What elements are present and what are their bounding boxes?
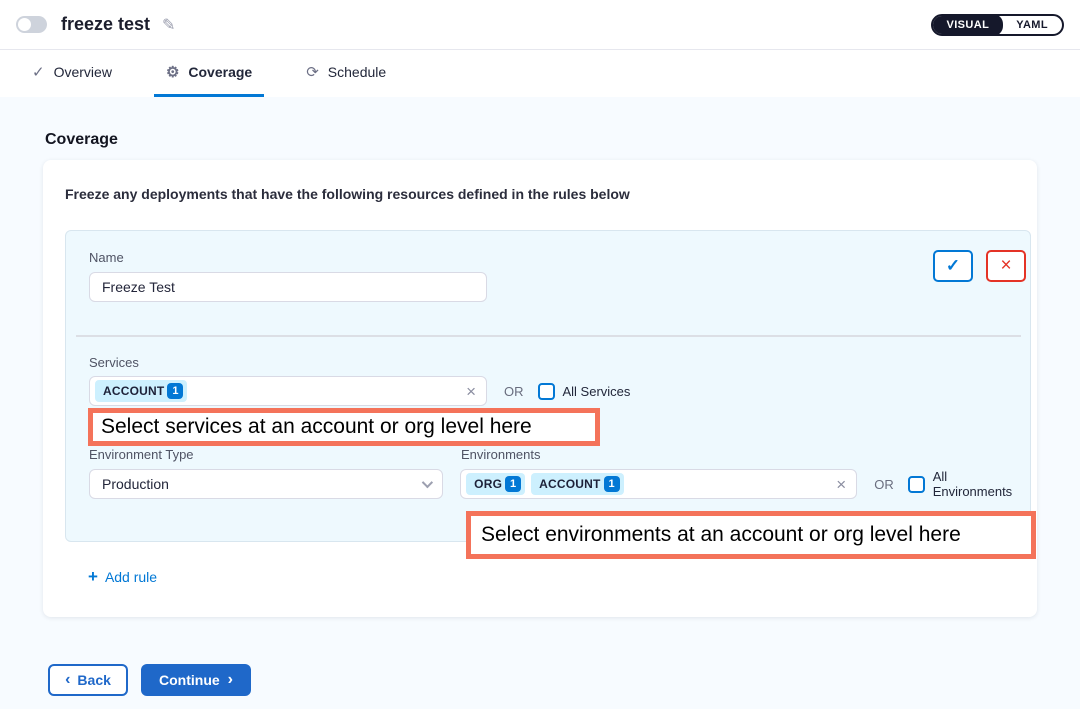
cancel-rule-button[interactable]: × xyxy=(986,250,1026,282)
tab-coverage-label: Coverage xyxy=(188,64,252,80)
visual-yaml-toggle: VISUAL YAML xyxy=(931,14,1064,36)
tag-count-badge: 1 xyxy=(167,383,183,399)
gear-icon: ⚙ xyxy=(166,65,179,80)
page-title: Coverage xyxy=(45,131,118,149)
clear-services-icon[interactable]: × xyxy=(466,383,476,400)
freeze-title: freeze test xyxy=(61,14,150,35)
services-row: ACCOUNT 1 × OR All Services xyxy=(89,376,630,406)
coverage-card: Freeze any deployments that have the fol… xyxy=(43,160,1037,617)
yaml-toggle-option[interactable]: YAML xyxy=(1002,14,1062,36)
tab-overview-label: Overview xyxy=(54,64,112,80)
chevron-left-icon: ‹ xyxy=(65,672,70,688)
clear-environments-icon[interactable]: × xyxy=(836,476,846,493)
environment-type-label: Environment Type xyxy=(89,447,194,462)
tab-bar: ✓ Overview ⚙ Coverage ⟳ Schedule xyxy=(0,50,1080,97)
environment-row: Production ORG 1 ACCOUNT 1 × OR A xyxy=(89,469,1030,499)
environment-type-value: Production xyxy=(102,476,169,492)
back-button-label: Back xyxy=(77,672,110,688)
services-or-label: OR xyxy=(504,384,524,399)
divider xyxy=(76,335,1021,337)
schedule-clock-icon: ⟳ xyxy=(306,65,319,80)
services-label: Services xyxy=(89,355,139,370)
services-annotation-callout: Select services at an account or org lev… xyxy=(88,408,600,446)
tab-coverage[interactable]: ⚙ Coverage xyxy=(154,50,264,97)
services-tags: ACCOUNT 1 xyxy=(95,380,466,402)
tag-label: ACCOUNT xyxy=(103,384,164,398)
freeze-enable-toggle[interactable] xyxy=(16,16,47,33)
tab-schedule-label: Schedule xyxy=(328,64,386,80)
environments-label: Environments xyxy=(461,447,540,462)
check-icon: ✓ xyxy=(32,65,45,80)
top-bar: freeze test ✎ VISUAL YAML xyxy=(0,0,1080,50)
add-rule-label: Add rule xyxy=(105,569,157,585)
all-services-label: All Services xyxy=(563,384,631,399)
tab-schedule[interactable]: ⟳ Schedule xyxy=(294,50,398,97)
visual-toggle-option[interactable]: VISUAL xyxy=(932,14,1003,36)
name-label: Name xyxy=(89,250,124,265)
tag-count-badge: 1 xyxy=(604,476,620,492)
environment-tag-account[interactable]: ACCOUNT 1 xyxy=(531,473,623,495)
check-icon: ✓ xyxy=(946,256,960,276)
all-services-checkbox[interactable] xyxy=(538,383,555,400)
add-rule-button[interactable]: + Add rule xyxy=(88,568,157,585)
edit-pencil-icon[interactable]: ✎ xyxy=(162,15,175,35)
environments-multiselect[interactable]: ORG 1 ACCOUNT 1 × xyxy=(460,469,857,499)
confirm-rule-button[interactable]: ✓ xyxy=(933,250,973,282)
plus-icon: + xyxy=(88,568,98,585)
environments-tags: ORG 1 ACCOUNT 1 xyxy=(466,473,836,495)
environment-tag-org[interactable]: ORG 1 xyxy=(466,473,525,495)
all-environments-checkbox[interactable] xyxy=(908,476,925,493)
chevron-right-icon: › xyxy=(228,672,233,688)
back-button[interactable]: ‹ Back xyxy=(48,664,128,696)
environments-or-label: OR xyxy=(874,477,894,492)
continue-button[interactable]: Continue › xyxy=(141,664,251,696)
environment-type-select[interactable]: Production xyxy=(89,469,443,499)
services-multiselect[interactable]: ACCOUNT 1 × xyxy=(89,376,487,406)
continue-button-label: Continue xyxy=(159,672,220,688)
card-heading: Freeze any deployments that have the fol… xyxy=(65,186,630,202)
close-icon: × xyxy=(1000,255,1011,277)
tag-label: ORG xyxy=(474,477,502,491)
tag-label: ACCOUNT xyxy=(539,477,600,491)
tag-count-badge: 1 xyxy=(505,476,521,492)
all-environments-label: All Environments xyxy=(933,469,1030,499)
tab-overview[interactable]: ✓ Overview xyxy=(20,50,124,97)
chevron-down-icon xyxy=(422,477,433,488)
rule-panel: Name ✓ × Services ACCOUNT 1 × OR All Ser… xyxy=(65,230,1031,542)
name-input[interactable] xyxy=(89,272,487,302)
environments-annotation-callout: Select environments at an account or org… xyxy=(466,511,1036,559)
service-tag-account[interactable]: ACCOUNT 1 xyxy=(95,380,187,402)
